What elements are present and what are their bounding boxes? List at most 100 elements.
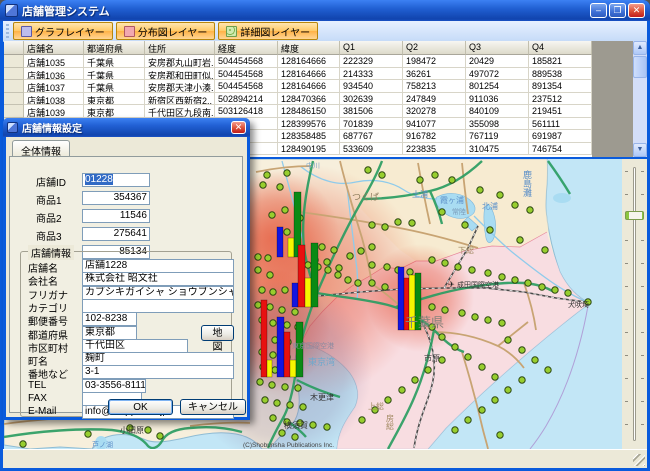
store-marker[interactable]	[465, 354, 471, 360]
store-marker[interactable]	[369, 262, 375, 268]
field-input-TEL[interactable]: 03-3556-8111	[82, 379, 146, 393]
table-cell[interactable]: 128399576	[278, 118, 340, 131]
table-cell[interactable]: 916782	[403, 130, 466, 143]
table-cell[interactable]: 千葉県	[84, 68, 145, 81]
store-marker[interactable]	[255, 302, 261, 308]
store-marker[interactable]	[485, 270, 491, 276]
store-marker[interactable]	[259, 287, 265, 293]
table-cell[interactable]: 198472	[403, 55, 466, 68]
store-marker[interactable]	[452, 344, 458, 350]
table-cell[interactable]: 247849	[403, 93, 466, 106]
store-marker[interactable]	[287, 402, 293, 408]
table-cell[interactable]: 128486150	[278, 105, 340, 118]
store-marker[interactable]	[355, 280, 361, 286]
store-marker[interactable]	[382, 224, 388, 230]
row-header-cell[interactable]	[4, 80, 24, 93]
store-marker[interactable]	[542, 247, 548, 253]
maximize-button[interactable]: ❐	[609, 3, 626, 18]
store-marker[interactable]	[365, 167, 371, 173]
store-marker[interactable]	[265, 255, 271, 261]
field-input-市区町村[interactable]: 千代田区	[82, 339, 188, 353]
minimize-button[interactable]: –	[590, 3, 607, 18]
title-bar[interactable]: 店舗管理システム – ❐ ✕	[0, 0, 650, 21]
table-cell[interactable]: 310475	[466, 143, 529, 156]
table-cell[interactable]: 504454568	[215, 80, 278, 93]
store-marker[interactable]	[325, 267, 331, 273]
table-cell[interactable]: 223835	[403, 143, 466, 156]
table-cell[interactable]: 497072	[466, 68, 529, 81]
store-marker[interactable]	[412, 377, 418, 383]
trackbar-track[interactable]	[633, 167, 636, 441]
table-cell[interactable]: 219451	[529, 105, 592, 118]
store-marker[interactable]	[257, 379, 263, 385]
store-marker[interactable]	[497, 192, 503, 198]
table-row[interactable]: 店舗1038東京都新宿区西新宿2..5028942141284703663026…	[4, 93, 592, 106]
table-cell[interactable]: 355098	[466, 118, 529, 131]
table-scrollbar[interactable]: ▲ ▼	[633, 41, 647, 157]
store-marker[interactable]	[487, 227, 493, 233]
store-marker[interactable]	[499, 320, 505, 326]
table-cell[interactable]: 502894214	[215, 93, 278, 106]
store-marker[interactable]	[282, 287, 288, 293]
store-marker[interactable]	[359, 417, 365, 423]
store-marker[interactable]	[284, 229, 290, 235]
table-cell[interactable]: 891354	[529, 80, 592, 93]
ok-button[interactable]: OK	[108, 399, 173, 415]
store-marker[interactable]	[305, 262, 311, 268]
store-marker[interactable]	[539, 284, 545, 290]
column-header[interactable]: 住所	[145, 41, 215, 55]
store-marker[interactable]	[255, 254, 261, 260]
field-input-フリガナ[interactable]: カブシキガイシャ ショウブンシャ	[82, 286, 234, 300]
column-header[interactable]: Q2	[403, 41, 466, 55]
store-marker[interactable]	[347, 253, 353, 259]
table-cell[interactable]: 安房郡丸山町岩..	[145, 55, 215, 68]
table-cell[interactable]: 千代田区九段南..	[145, 105, 215, 118]
toolbar-button-1[interactable]: 分布図レイヤー	[116, 22, 216, 40]
table-cell[interactable]: 504454568	[215, 68, 278, 81]
store-marker[interactable]	[517, 237, 523, 243]
store-marker[interactable]	[479, 364, 485, 370]
table-cell[interactable]: 222329	[340, 55, 403, 68]
table-cell[interactable]: 36261	[403, 68, 466, 81]
table-cell[interactable]: 767119	[466, 130, 529, 143]
store-marker[interactable]	[492, 397, 498, 403]
store-marker[interactable]	[532, 357, 538, 363]
table-cell[interactable]: 店舗1037	[24, 80, 84, 93]
store-marker[interactable]	[452, 427, 458, 433]
table-cell[interactable]: 128164666	[278, 55, 340, 68]
store-marker[interactable]	[336, 265, 342, 271]
store-marker[interactable]	[282, 207, 288, 213]
table-cell[interactable]: 691987	[529, 130, 592, 143]
store-marker[interactable]	[439, 209, 445, 215]
table-cell[interactable]: 934540	[340, 80, 403, 93]
field-input-店舗名[interactable]: 店舗1228	[82, 259, 234, 273]
store-marker[interactable]	[277, 184, 283, 190]
table-cell[interactable]: 381506	[340, 105, 403, 118]
table-cell[interactable]: 128358485	[278, 130, 340, 143]
table-cell[interactable]: 320278	[403, 105, 466, 118]
store-marker[interactable]	[449, 177, 455, 183]
store-marker[interactable]	[345, 277, 351, 283]
store-marker[interactable]	[369, 222, 375, 228]
store-marker[interactable]	[552, 287, 558, 293]
table-cell[interactable]: 店舗1039	[24, 105, 84, 118]
row-header-cell[interactable]	[4, 93, 24, 106]
table-row[interactable]: 店舗1039東京都千代田区九段南..5031264181284861503815…	[4, 105, 592, 118]
table-cell[interactable]: 687767	[340, 130, 403, 143]
table-cell[interactable]: 941077	[403, 118, 466, 131]
store-marker[interactable]	[260, 182, 266, 188]
store-marker[interactable]	[310, 422, 316, 428]
table-cell[interactable]: 128490195	[278, 143, 340, 156]
table-cell[interactable]: 758213	[403, 80, 466, 93]
store-marker[interactable]	[442, 307, 448, 313]
map-button[interactable]: 地図	[201, 325, 234, 341]
column-header[interactable]: 経度	[215, 41, 278, 55]
table-cell[interactable]: 千葉県	[84, 80, 145, 93]
table-cell[interactable]: 新宿区西新宿2..	[145, 93, 215, 106]
store-marker[interactable]	[145, 427, 151, 433]
store-marker[interactable]	[399, 387, 405, 393]
table-cell[interactable]: 安房郡天津小湊..	[145, 80, 215, 93]
table-cell[interactable]: 533609	[340, 143, 403, 156]
field-input-商品2[interactable]: 11546	[82, 209, 150, 223]
store-marker[interactable]	[269, 212, 275, 218]
